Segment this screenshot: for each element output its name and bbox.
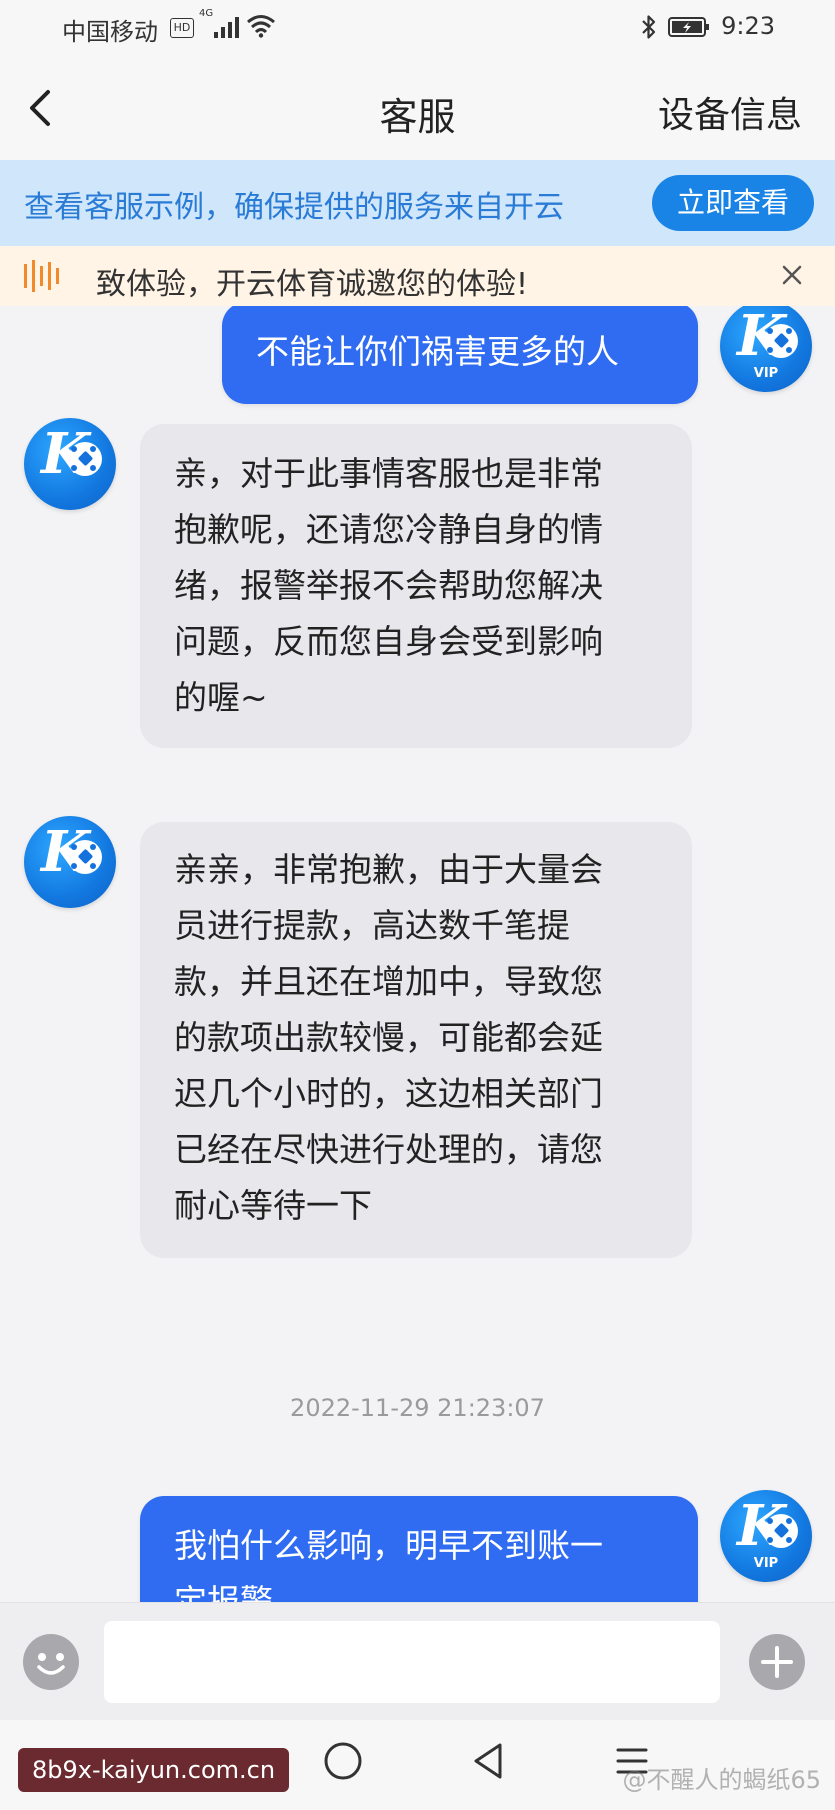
network-type: 4G (199, 8, 214, 19)
message-bubble-user[interactable]: 我怕什么影响，明早不到账一 定报警 (140, 1496, 698, 1602)
header: 客服 设备信息 (0, 56, 835, 160)
message-timestamp: 2022-11-29 21:23:07 (290, 1394, 545, 1422)
announcement-icon (24, 260, 59, 292)
football-icon (68, 442, 102, 476)
home-nav-icon[interactable] (322, 1740, 364, 1782)
chat-area[interactable]: 不能让你们祸害更多的人 K VIP K 亲，对于此事情客服也是非常 抱歉呢，还请… (0, 306, 835, 1602)
site-label: 8b9x-kaiyun.com.cn (18, 1748, 290, 1792)
message-text: 亲亲，非常抱歉，由于大量会 员进行提款，高达数千笔提 款，并且还在增加中，导致您… (174, 850, 603, 1225)
emoji-icon[interactable] (22, 1633, 80, 1691)
message-bubble-user[interactable]: 不能让你们祸害更多的人 (222, 306, 698, 404)
wifi-icon (247, 15, 275, 38)
system-nav-bar: 8b9x-kaiyun.com.cn @不醒人的蝎纸65 (0, 1720, 835, 1810)
vip-badge: VIP (753, 366, 779, 381)
football-icon (764, 1514, 798, 1548)
message-input[interactable] (104, 1621, 720, 1703)
message-bubble-agent[interactable]: 亲亲，非常抱歉，由于大量会 员进行提款，高达数千笔提 款，并且还在增加中，导致您… (140, 822, 692, 1258)
watermark-text: @不醒人的蝎纸65 (622, 1766, 821, 1794)
vip-badge: VIP (753, 1556, 779, 1571)
status-time: 9:23 (721, 12, 775, 40)
message-text: 不能让你们祸害更多的人 (256, 332, 619, 371)
agent-avatar[interactable]: K (24, 418, 116, 510)
signal-icon (214, 17, 239, 38)
message-text: 亲，对于此事情客服也是非常 抱歉呢，还请您冷静自身的情 绪，报警举报不会帮助您解… (174, 454, 603, 717)
carrier-name: 中国移动 (62, 18, 158, 46)
agent-avatar[interactable]: K (24, 816, 116, 908)
notice-text: 查看客服示例，确保提供的服务来自开云 (24, 190, 564, 225)
back-nav-icon[interactable] (470, 1740, 506, 1782)
view-now-button[interactable]: 立即查看 (652, 175, 814, 231)
message-text: 我怕什么影响，明早不到账一 定报警 (174, 1526, 603, 1602)
message-bubble-agent[interactable]: 亲，对于此事情客服也是非常 抱歉呢，还请您冷静自身的情 绪，报警举报不会帮助您解… (140, 424, 692, 748)
plus-icon[interactable] (748, 1633, 806, 1691)
battery-icon (668, 17, 709, 37)
marquee-text: 致体验，开云体育诚邀您的体验! (96, 267, 529, 302)
hd-badge: HD (170, 18, 194, 38)
marquee-bar: 致体验，开云体育诚邀您的体验! (0, 246, 835, 306)
user-avatar[interactable]: K VIP (720, 306, 812, 392)
football-icon (68, 840, 102, 874)
status-bar: 中国移动 HD 4G 9:23 (0, 0, 835, 56)
bluetooth-icon (642, 15, 656, 39)
device-info-button[interactable]: 设备信息 (658, 86, 802, 138)
user-avatar[interactable]: K VIP (720, 1490, 812, 1582)
notice-banner: 查看客服示例，确保提供的服务来自开云 立即查看 (0, 160, 835, 246)
input-bar (0, 1602, 835, 1721)
football-icon (764, 324, 798, 358)
close-icon[interactable] (777, 260, 807, 290)
